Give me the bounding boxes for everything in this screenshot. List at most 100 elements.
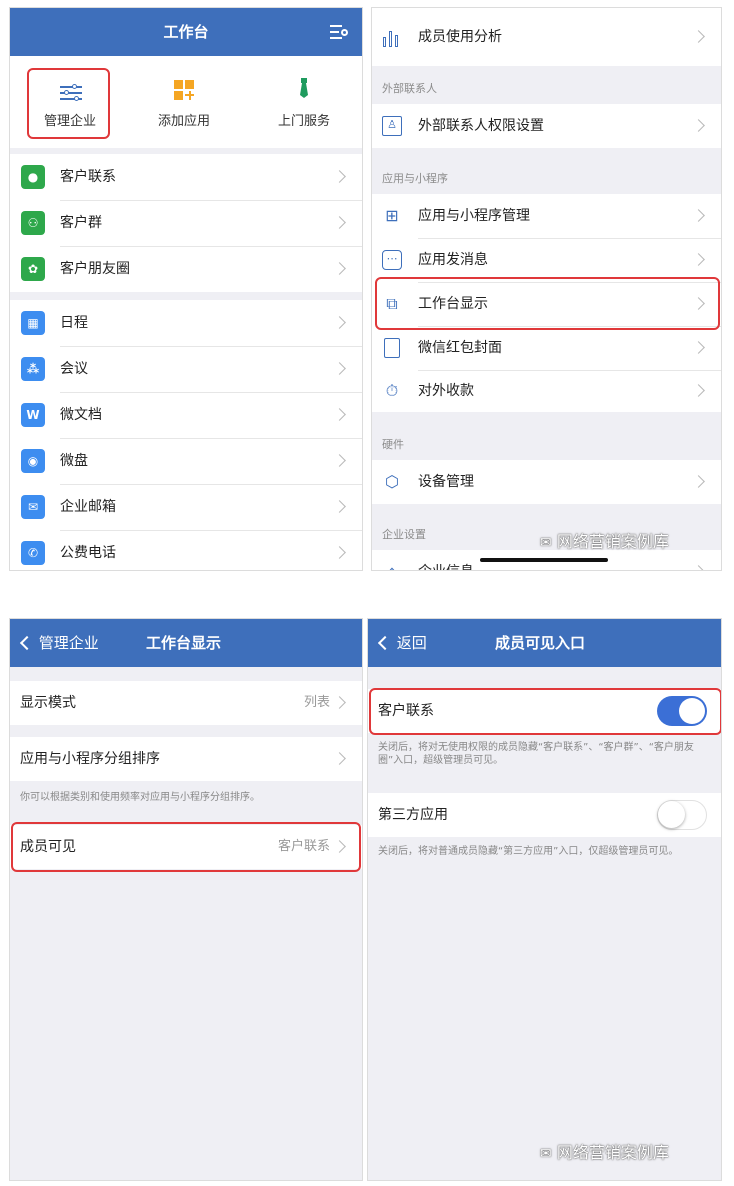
- chevron-right-icon: [692, 30, 705, 43]
- member-visible-entry-panel: 返回 成员可见入口 客户联系 关闭后，将对无使用权限的成员隐藏“客户联系”、“客…: [367, 618, 722, 1181]
- page-title: 工作台: [163, 23, 209, 41]
- list-item-customer-group[interactable]: ⚇ 客户群: [10, 200, 362, 246]
- chevron-right-icon: [333, 316, 346, 329]
- list-item-doc[interactable]: W 微文档: [10, 392, 362, 438]
- list-item-customer-contact[interactable]: ● 客户联系: [10, 154, 362, 200]
- list-item-label: 应用与小程序管理: [418, 208, 530, 224]
- phone-icon: ✆: [21, 541, 45, 565]
- display-mode-value: 列表: [303, 695, 330, 710]
- onsite-service-label: 上门服务: [277, 114, 330, 129]
- add-app-label: 添加应用: [157, 114, 210, 129]
- list-item-label: 微盘: [60, 453, 88, 469]
- disk-icon: ◉: [21, 449, 45, 473]
- list-item-app-management[interactable]: ⊞ 应用与小程序管理: [372, 194, 721, 238]
- list-item-label: 应用发消息: [418, 252, 488, 268]
- back-button[interactable]: 管理企业: [18, 619, 99, 667]
- list-item-group-sort[interactable]: 应用与小程序分组排序: [10, 737, 362, 781]
- toggle-knob: [658, 801, 685, 828]
- add-app-shortcut[interactable]: 添加应用: [134, 68, 234, 136]
- calendar-icon: ▦: [21, 311, 45, 335]
- list-item-label: 客户群: [60, 215, 102, 231]
- list-item-display-mode[interactable]: 显示模式 列表: [10, 681, 362, 725]
- list-item-app-message[interactable]: ⋯ 应用发消息: [372, 238, 721, 282]
- moments-icon: ✿: [21, 257, 45, 281]
- watermark: ✉ 网络营销案例库: [540, 1139, 669, 1163]
- list-item-label: 第三方应用: [378, 807, 448, 823]
- chevron-right-icon: [692, 119, 705, 132]
- chat-bubble-icon: ●: [21, 165, 45, 189]
- grid-icon: ⊞: [385, 206, 399, 225]
- section-header-apps: 应用与小程序: [382, 172, 448, 185]
- cube-icon: ⬡: [385, 472, 399, 491]
- meeting-icon: ⁂: [21, 357, 45, 381]
- bar-chart-icon: [382, 27, 402, 47]
- doc-icon: W: [21, 403, 45, 427]
- list-item-label: 外部联系人权限设置: [418, 118, 544, 134]
- enterprise-icon: ⌂: [382, 562, 402, 570]
- settings-list-icon[interactable]: [330, 24, 348, 40]
- message-icon: ⋯: [382, 250, 402, 270]
- list-item-label: 显示模式: [20, 695, 76, 711]
- list-item-label: 会议: [60, 361, 88, 377]
- list-item-label: 企业邮箱: [60, 499, 116, 515]
- back-button[interactable]: 返回: [376, 619, 427, 667]
- chevron-right-icon: [333, 500, 346, 513]
- list-item-member-usage[interactable]: 成员使用分析: [372, 8, 721, 66]
- list-item-disk[interactable]: ◉ 微盘: [10, 438, 362, 484]
- watermark: ✉ 网络营销案例库: [540, 528, 669, 552]
- mail-icon: ✉: [21, 495, 45, 519]
- list-item-schedule[interactable]: ▦ 日程: [10, 300, 362, 346]
- highlight-box: [11, 822, 361, 872]
- payment-icon: ⏱: [385, 381, 399, 400]
- list-item-external-payment[interactable]: ⏱ 对外收款: [372, 370, 721, 412]
- list-item-phone[interactable]: ✆ 公费电话: [10, 530, 362, 570]
- page-title: 成员可见入口: [495, 634, 586, 652]
- list-item-label: 成员使用分析: [418, 29, 502, 45]
- group-icon: ⚇: [21, 211, 45, 235]
- chevron-right-icon: [333, 216, 346, 229]
- list-item-label: 客户联系: [60, 169, 116, 185]
- office-tools-group: ▦ 日程 ⁂ 会议 W 微文档 ◉ 微盘 ✉ 企业邮箱 ✆ 公费电话: [10, 300, 362, 570]
- red-packet-icon: [384, 338, 400, 358]
- list-item-customer-moments[interactable]: ✿ 客户朋友圈: [10, 246, 362, 292]
- chevron-right-icon: [333, 752, 346, 765]
- watermark-text: 网络营销案例库: [556, 532, 669, 551]
- add-apps-icon: [174, 80, 194, 100]
- list-item-label: 设备管理: [418, 474, 474, 490]
- list-item-external-permissions[interactable]: ♙ 外部联系人权限设置: [372, 104, 721, 148]
- page-title: 工作台显示: [146, 634, 222, 652]
- workbench-navbar: 工作台: [10, 8, 362, 56]
- list-item-mail[interactable]: ✉ 企业邮箱: [10, 484, 362, 530]
- group-sort-hint: 你可以根据类别和使用频率对应用与小程序分组排序。: [20, 792, 260, 803]
- highlight-box: [27, 68, 110, 139]
- chevron-right-icon: [692, 565, 705, 570]
- highlight-box: [369, 688, 721, 735]
- back-label: 管理企业: [38, 634, 99, 652]
- highlight-box: [375, 277, 720, 330]
- list-item-device-management[interactable]: ⬡ 设备管理: [372, 460, 721, 504]
- third-party-hint: 关闭后，将对普通成员隐藏“第三方应用”入口，仅超级管理员可见。: [378, 846, 679, 857]
- back-label: 返回: [396, 634, 427, 652]
- wechat-icon: ✉: [540, 535, 552, 551]
- list-item-label: 微信红包封面: [418, 340, 502, 356]
- third-party-toggle[interactable]: [657, 800, 707, 830]
- navbar: 返回 成员可见入口: [368, 619, 721, 667]
- list-item-label: 客户朋友圈: [60, 261, 130, 277]
- chevron-right-icon: [333, 546, 346, 559]
- section-header-settings: 企业设置: [382, 528, 426, 541]
- list-item-label: 对外收款: [418, 383, 474, 399]
- list-item-label: 微文档: [60, 407, 102, 423]
- chevron-right-icon: [692, 209, 705, 222]
- chevron-right-icon: [692, 475, 705, 488]
- shortcut-bar: 管理企业 添加应用 上门服务: [10, 56, 362, 148]
- chevron-right-icon: [333, 170, 346, 183]
- chevron-right-icon: [692, 341, 705, 354]
- list-item-label: 企业信息: [418, 550, 474, 570]
- navbar: 管理企业 工作台显示: [10, 619, 362, 667]
- list-item-label: 日程: [60, 315, 88, 331]
- list-item-red-packet-cover[interactable]: 微信红包封面: [372, 326, 721, 370]
- list-item-meeting[interactable]: ⁂ 会议: [10, 346, 362, 392]
- home-indicator: [480, 558, 608, 562]
- list-item-label: 公费电话: [60, 545, 116, 561]
- onsite-service-shortcut[interactable]: 上门服务: [254, 68, 354, 136]
